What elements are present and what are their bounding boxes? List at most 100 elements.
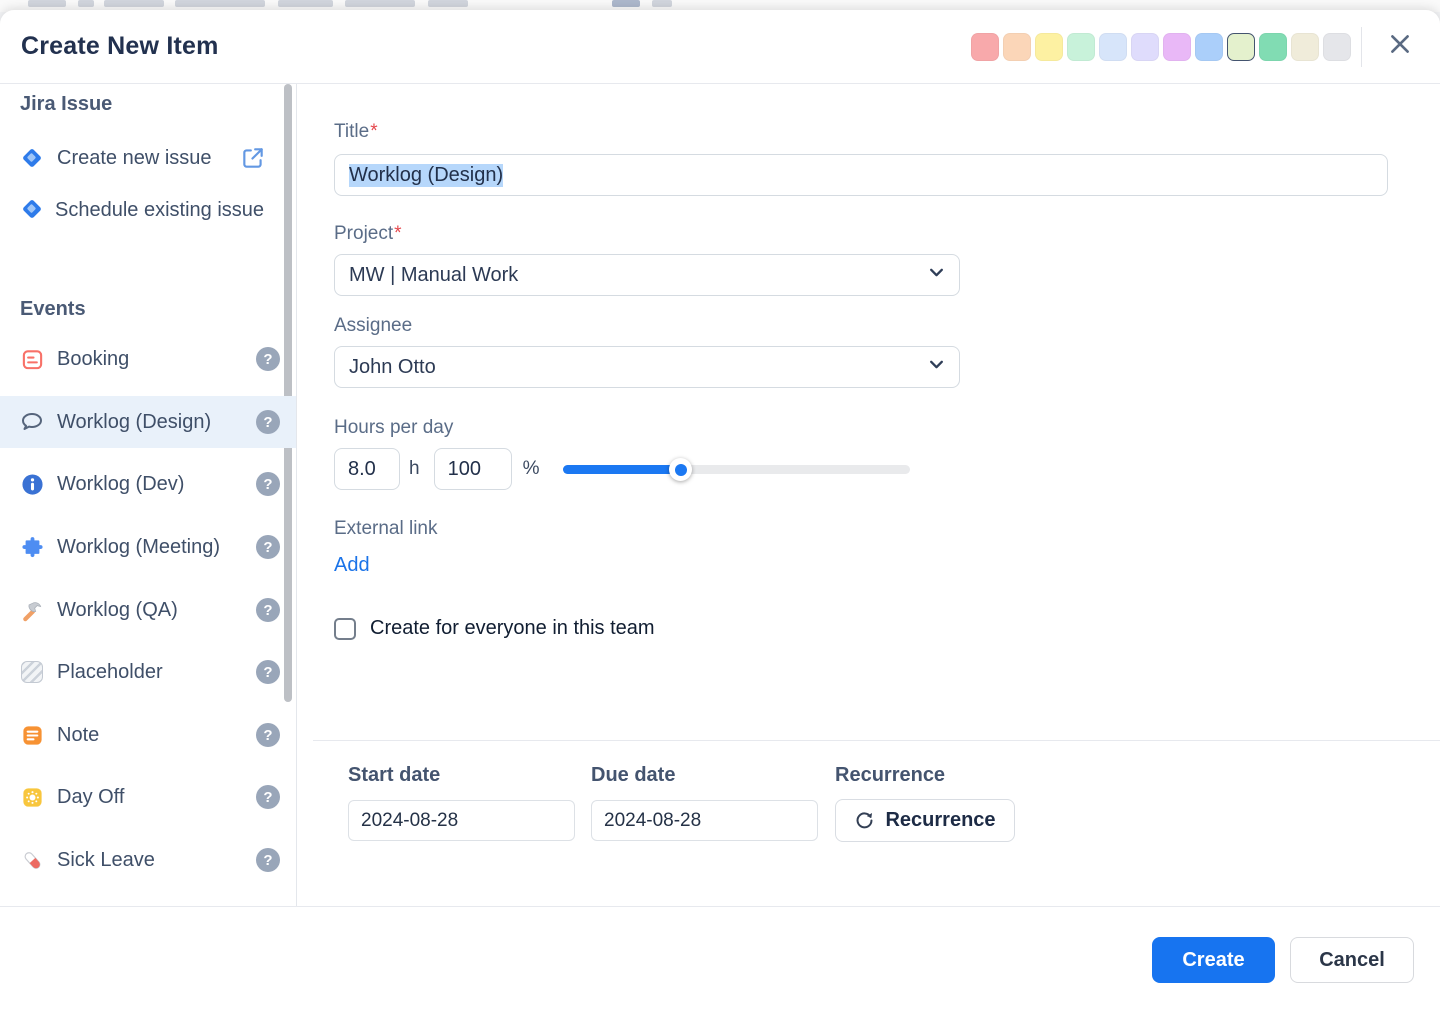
color-swatch[interactable] — [1323, 33, 1351, 61]
sidebar-item-booking[interactable]: Booking ? — [0, 333, 296, 385]
wrench-icon — [20, 598, 44, 622]
assignee-select-value: John Otto — [349, 356, 436, 379]
sidebar-item-label: Day Off — [57, 786, 124, 809]
help-icon[interactable]: ? — [256, 723, 280, 747]
sidebar-section-jira-issue: Jira Issue — [20, 93, 112, 116]
project-label: Project* — [334, 223, 402, 245]
sidebar-item-worklog-design[interactable]: Worklog (Design) ? — [0, 396, 296, 448]
hours-per-day-label: Hours per day — [334, 417, 453, 439]
cancel-button[interactable]: Cancel — [1290, 937, 1414, 983]
color-swatch[interactable] — [1131, 33, 1159, 61]
help-icon[interactable]: ? — [256, 472, 280, 496]
team-checkbox-label: Create for everyone in this team — [370, 617, 655, 640]
close-icon — [1387, 31, 1413, 62]
team-checkbox[interactable] — [334, 618, 356, 640]
color-swatch[interactable] — [1195, 33, 1223, 61]
hours-unit: h — [409, 458, 420, 480]
close-button[interactable] — [1384, 31, 1416, 63]
title-input-value: Worklog (Design) — [349, 164, 503, 187]
hours-input[interactable]: 8.0 — [334, 448, 400, 490]
color-swatch[interactable] — [1003, 33, 1031, 61]
percent-unit: % — [523, 458, 540, 480]
sun-icon — [20, 785, 44, 809]
color-swatch[interactable] — [1163, 33, 1191, 61]
external-link-icon[interactable] — [240, 145, 266, 171]
required-asterisk: * — [394, 223, 401, 244]
assignee-label: Assignee — [334, 315, 412, 337]
help-icon[interactable]: ? — [256, 410, 280, 434]
title-label: Title* — [334, 121, 378, 143]
sidebar: Jira Issue Create new issue Schedule exi… — [0, 84, 297, 906]
sidebar-item-sick-leave[interactable]: Sick Leave ? — [0, 834, 296, 886]
sidebar-item-note[interactable]: Note ? — [0, 709, 296, 761]
color-swatch[interactable] — [1291, 33, 1319, 61]
dialog-header: Create New Item — [0, 10, 1440, 84]
sidebar-item-label: Create new issue — [57, 147, 212, 170]
hours-slider-thumb[interactable] — [669, 458, 692, 481]
sidebar-item-label: Note — [57, 724, 99, 747]
chat-bubble-icon — [20, 410, 44, 434]
color-swatch-row — [971, 33, 1351, 61]
color-swatch[interactable] — [1259, 33, 1287, 61]
page-title: Create New Item — [21, 32, 219, 61]
sidebar-item-label: Schedule existing issue — [55, 199, 264, 221]
help-icon[interactable]: ? — [256, 785, 280, 809]
sidebar-item-label: Worklog (QA) — [57, 599, 178, 622]
color-swatch[interactable] — [1067, 33, 1095, 61]
dialog-footer: Create Cancel — [0, 906, 1440, 1009]
sidebar-item-worklog-qa[interactable]: Worklog (QA) ? — [0, 584, 296, 636]
jira-icon — [20, 197, 44, 221]
hours-per-day-row: 8.0 h 100 % — [334, 448, 910, 490]
percent-input[interactable]: 100 — [434, 448, 512, 490]
color-swatch[interactable] — [971, 33, 999, 61]
assignee-select[interactable]: John Otto — [334, 346, 960, 388]
booking-icon — [20, 347, 44, 371]
external-link-label: External link — [334, 518, 438, 540]
sidebar-item-label: Worklog (Meeting) — [57, 536, 220, 559]
help-icon[interactable]: ? — [256, 598, 280, 622]
sidebar-section-events: Events — [20, 298, 86, 321]
sidebar-item-label: Booking — [57, 348, 129, 371]
sidebar-item-worklog-dev[interactable]: Worklog (Dev) ? — [0, 458, 296, 510]
jira-icon — [20, 146, 44, 170]
placeholder-hatch-icon — [20, 660, 44, 684]
title-input[interactable]: Worklog (Design) — [334, 154, 1388, 196]
sidebar-item-label: Sick Leave — [57, 849, 155, 872]
color-swatch[interactable] — [1099, 33, 1127, 61]
hours-slider-fill — [563, 465, 681, 474]
due-date-label: Due date — [591, 764, 675, 787]
puzzle-icon — [20, 535, 44, 559]
color-swatch[interactable] — [1035, 33, 1063, 61]
note-icon — [20, 723, 44, 747]
create-for-team-row[interactable]: Create for everyone in this team — [334, 617, 655, 640]
chevron-down-icon — [928, 356, 945, 379]
help-icon[interactable]: ? — [256, 535, 280, 559]
recurrence-button-label: Recurrence — [885, 809, 995, 832]
color-swatch[interactable] — [1227, 33, 1255, 61]
due-date-input[interactable]: 2024-08-28 — [591, 800, 818, 841]
help-icon[interactable]: ? — [256, 848, 280, 872]
schedule-divider — [313, 740, 1440, 741]
help-icon[interactable]: ? — [256, 347, 280, 371]
recurrence-button[interactable]: Recurrence — [835, 799, 1015, 842]
start-date-label: Start date — [348, 764, 440, 787]
sidebar-item-label: Worklog (Dev) — [57, 473, 184, 496]
sidebar-item-day-off[interactable]: Day Off ? — [0, 771, 296, 823]
sidebar-item-label: Placeholder — [57, 661, 163, 684]
required-asterisk: * — [370, 121, 377, 142]
recurrence-label: Recurrence — [835, 764, 945, 787]
create-new-item-dialog: Create New Item Jira Issue Create new is… — [0, 10, 1440, 1009]
sidebar-item-placeholder[interactable]: Placeholder ? — [0, 646, 296, 698]
sidebar-item-label: Worklog (Design) — [57, 411, 211, 434]
sidebar-item-create-new-issue[interactable]: Create new issue — [0, 132, 296, 184]
recurrence-icon — [854, 810, 875, 831]
help-icon[interactable]: ? — [256, 660, 280, 684]
create-button[interactable]: Create — [1152, 937, 1275, 983]
add-external-link[interactable]: Add — [334, 554, 370, 577]
sidebar-item-worklog-meeting[interactable]: Worklog (Meeting) ? — [0, 521, 296, 573]
sidebar-item-schedule-existing-issue[interactable]: Schedule existing issue — [0, 194, 296, 226]
hours-slider[interactable] — [563, 448, 910, 490]
project-select[interactable]: MW | Manual Work — [334, 254, 960, 296]
start-date-input[interactable]: 2024-08-28 — [348, 800, 575, 841]
info-icon — [20, 472, 44, 496]
